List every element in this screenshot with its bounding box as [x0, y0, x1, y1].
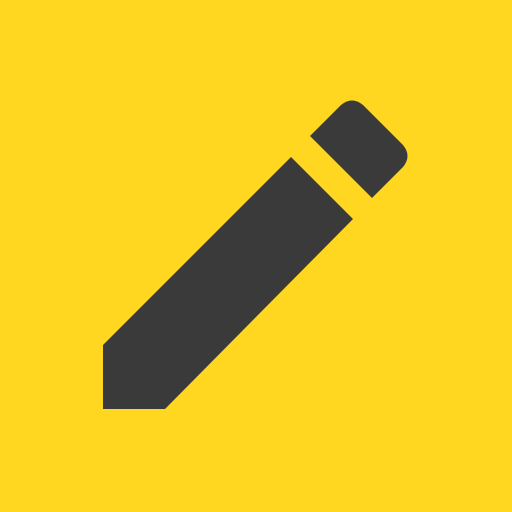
pencil-icon [103, 100, 408, 409]
pencil-cap [310, 100, 408, 198]
app-icon-tile[interactable] [0, 0, 512, 512]
pencil-body [103, 157, 353, 409]
